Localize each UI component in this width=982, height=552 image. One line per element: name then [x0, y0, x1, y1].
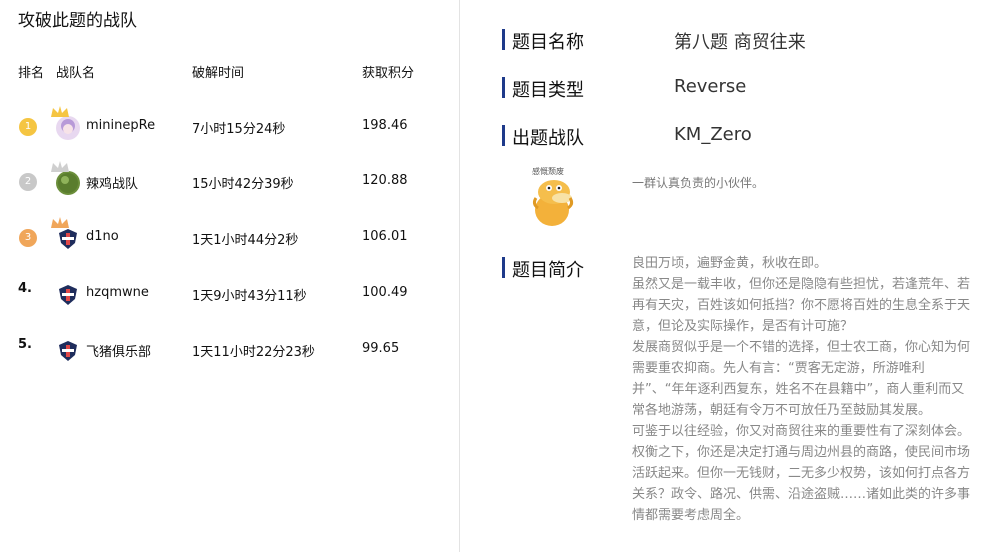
challenge-name-value: 第八题 商贸往来: [674, 32, 806, 53]
bronze-medal-icon: 3: [19, 229, 37, 247]
silver-medal-icon: 2: [19, 173, 37, 191]
mascot-caption: 感慨颓废: [532, 167, 564, 176]
solvers-title: 攻破此题的战队: [18, 11, 137, 31]
score-value: 120.88: [362, 173, 408, 188]
header-score: 获取积分: [362, 66, 415, 81]
challenge-intro-field: 题目简介: [502, 256, 622, 281]
score-value: 100.49: [362, 285, 408, 300]
challenge-name-field: 题目名称 第八题 商贸往来: [502, 28, 972, 53]
shield-avatar-icon: [56, 227, 80, 251]
challenge-info-panel: 题目名称 第八题 商贸往来 题目类型 Reverse 出题战队 KM_Zero …: [460, 0, 982, 552]
shield-avatar-icon: [56, 283, 80, 307]
challenge-type-label: 题目类型: [512, 80, 584, 101]
accent-bar: [502, 77, 505, 98]
table-row: 4. hzqmwne 1天9小时43分11秒 100.49: [0, 272, 458, 312]
rank-number: 4.: [18, 281, 32, 296]
rank-number: 5.: [18, 337, 32, 352]
team-name[interactable]: mininepRe: [86, 118, 155, 133]
challenge-type-value: Reverse: [674, 76, 747, 97]
table-row: 5. 飞猪俱乐部 1天11小时22分23秒 99.65: [0, 328, 458, 368]
table-row: 1 mininepRe 7小时15分24秒 198.46: [0, 105, 458, 145]
rank-number: 1: [24, 121, 32, 132]
team-avatar[interactable]: [52, 332, 84, 364]
intro-paragraph: 可鉴于以往经验，你又对商贸往来的重要性有了深刻体会。: [632, 424, 971, 439]
team-name[interactable]: hzqmwne: [86, 285, 149, 300]
shield-avatar-icon: [56, 339, 80, 363]
challenge-name-label: 题目名称: [512, 32, 584, 53]
score-value: 106.01: [362, 229, 408, 244]
challenge-type-field: 题目类型 Reverse: [502, 76, 972, 101]
header-rank: 排名: [18, 66, 45, 81]
rank-number: 3: [24, 232, 32, 243]
team-avatar[interactable]: [51, 217, 84, 252]
author-team-label: 出题战队: [512, 128, 584, 149]
solve-time: 7小时15分24秒: [192, 122, 286, 137]
score-value: 198.46: [362, 118, 408, 133]
rank-number: 2: [24, 176, 32, 187]
solve-time: 1天1小时44分2秒: [192, 233, 299, 248]
team-name[interactable]: 飞猪俱乐部: [86, 341, 151, 360]
challenge-intro-text: 良田万顷，遍野金黄，秋收在即。 虽然又是一载丰收，但你还是隐隐有些担忧，若逢荒年…: [632, 253, 972, 526]
anime-avatar-icon: [56, 116, 80, 140]
intro-paragraph: 权衡之下，你还是决定打通与周边州县的商路，使民间市场活跃起来。但你一无钱财，二无…: [632, 445, 971, 523]
intro-paragraph: 良田万顷，遍野金黄，秋收在即。: [632, 256, 828, 271]
author-team-value[interactable]: KM_Zero: [674, 124, 752, 145]
header-team: 战队名: [56, 66, 96, 81]
header-time: 破解时间: [192, 66, 245, 81]
team-avatar[interactable]: [52, 276, 84, 308]
team-avatar[interactable]: [51, 161, 84, 196]
crown-icon: [51, 217, 69, 228]
challenge-intro-label: 题目简介: [512, 260, 584, 281]
solve-time: 15小时42分39秒: [192, 177, 294, 192]
team-mascot-image: 感慨颓废: [522, 164, 586, 232]
table-row: 2 辣鸡战队 15小时42分39秒 120.88: [0, 160, 458, 200]
accent-bar: [502, 257, 505, 278]
score-value: 99.65: [362, 341, 400, 356]
team-name[interactable]: 辣鸡战队: [86, 173, 138, 192]
intro-paragraph: 发展商贸似乎是一个不错的选择，但士农工商，你心知为何需要重农抑商。先人有言：“贾…: [632, 340, 971, 418]
accent-bar: [502, 29, 505, 50]
crown-icon: [51, 161, 69, 172]
team-name[interactable]: d1no: [86, 229, 119, 244]
crown-icon: [51, 106, 69, 117]
intro-paragraph: 虽然又是一载丰收，但你还是隐隐有些担忧，若逢荒年、若再有天灾，百姓该如何抵挡？你…: [632, 277, 971, 334]
author-team-field: 出题战队 KM_Zero: [502, 124, 972, 149]
team-avatar[interactable]: [51, 106, 84, 141]
solve-time: 1天9小时43分11秒: [192, 289, 307, 304]
table-row: 3 d1no 1天1小时44分2秒 106.01: [0, 216, 458, 256]
solve-time: 1天11小时22分23秒: [192, 345, 315, 360]
gold-medal-icon: 1: [19, 118, 37, 136]
green-blob-avatar-icon: [56, 171, 80, 195]
author-team-description: 一群认真负责的小伙伴。: [632, 176, 765, 190]
solvers-panel: 攻破此题的战队 排名 战队名 破解时间 获取积分 1 mininepRe 7小时…: [0, 0, 458, 552]
accent-bar: [502, 125, 505, 146]
